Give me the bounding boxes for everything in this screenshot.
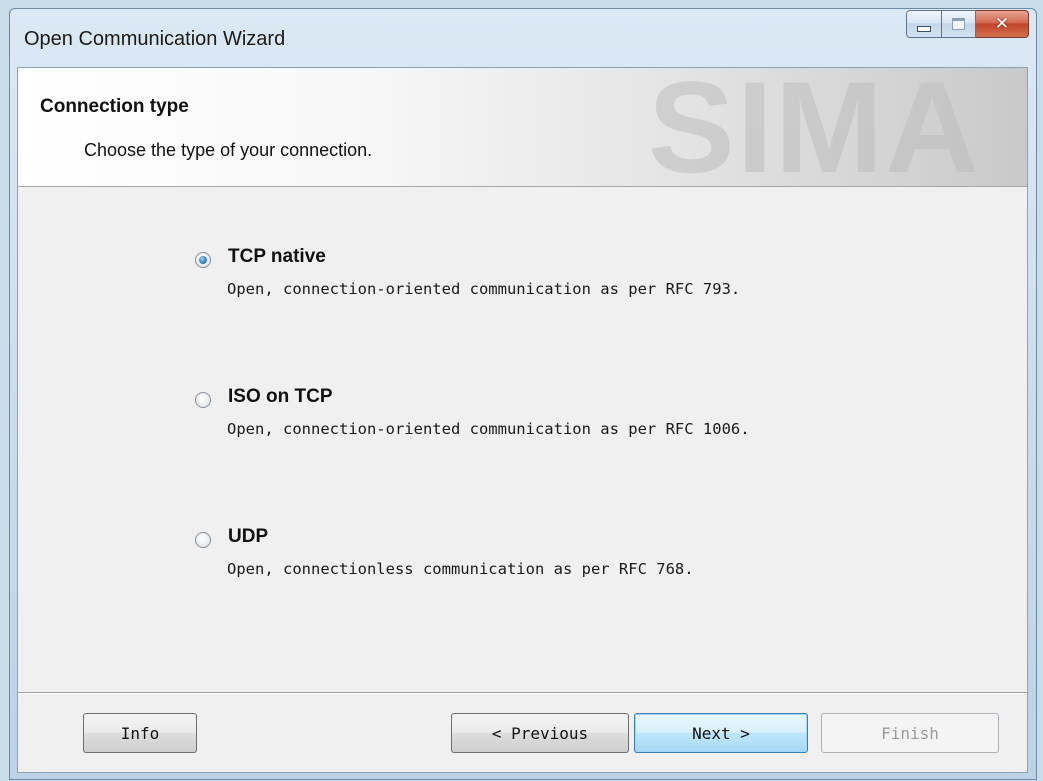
page-title: Connection type (40, 96, 189, 117)
close-button[interactable]: ✕ (976, 10, 1029, 38)
option-label[interactable]: UDP (228, 526, 268, 548)
wizard-window: Open Communication Wizard ✕ SIMA Connect… (9, 8, 1037, 780)
next-button[interactable]: Next > (634, 713, 808, 753)
radio-button-tcp-native[interactable] (195, 252, 211, 268)
separator-highlight (18, 693, 1027, 694)
wizard-body: SIMA Connection type Choose the type of … (17, 67, 1028, 773)
option-description: Open, connectionless communication as pe… (227, 560, 694, 578)
info-button[interactable]: Info (83, 713, 197, 753)
maximize-icon (952, 18, 965, 30)
close-icon: ✕ (994, 13, 1010, 34)
radio-button-udp[interactable] (195, 532, 211, 548)
option-description: Open, connection-oriented communication … (227, 280, 741, 298)
previous-button[interactable]: < Previous (451, 713, 629, 753)
minimize-button[interactable] (906, 10, 942, 38)
option-description: Open, connection-oriented communication … (227, 420, 750, 438)
title-bar[interactable]: Open Communication Wizard ✕ (10, 9, 1036, 67)
option-label[interactable]: ISO on TCP (228, 386, 333, 408)
watermark-text: SIMA (648, 68, 981, 187)
page-subtitle: Choose the type of your connection. (84, 140, 373, 160)
option-label[interactable]: TCP native (228, 246, 326, 268)
window-title: Open Communication Wizard (24, 28, 286, 50)
finish-button: Finish (821, 713, 999, 753)
maximize-button[interactable] (942, 10, 976, 38)
radio-button-iso-on-tcp[interactable] (195, 392, 211, 408)
caption-buttons: ✕ (906, 10, 1029, 38)
wizard-header: SIMA Connection type Choose the type of … (18, 68, 1027, 187)
minimize-icon (917, 26, 931, 32)
